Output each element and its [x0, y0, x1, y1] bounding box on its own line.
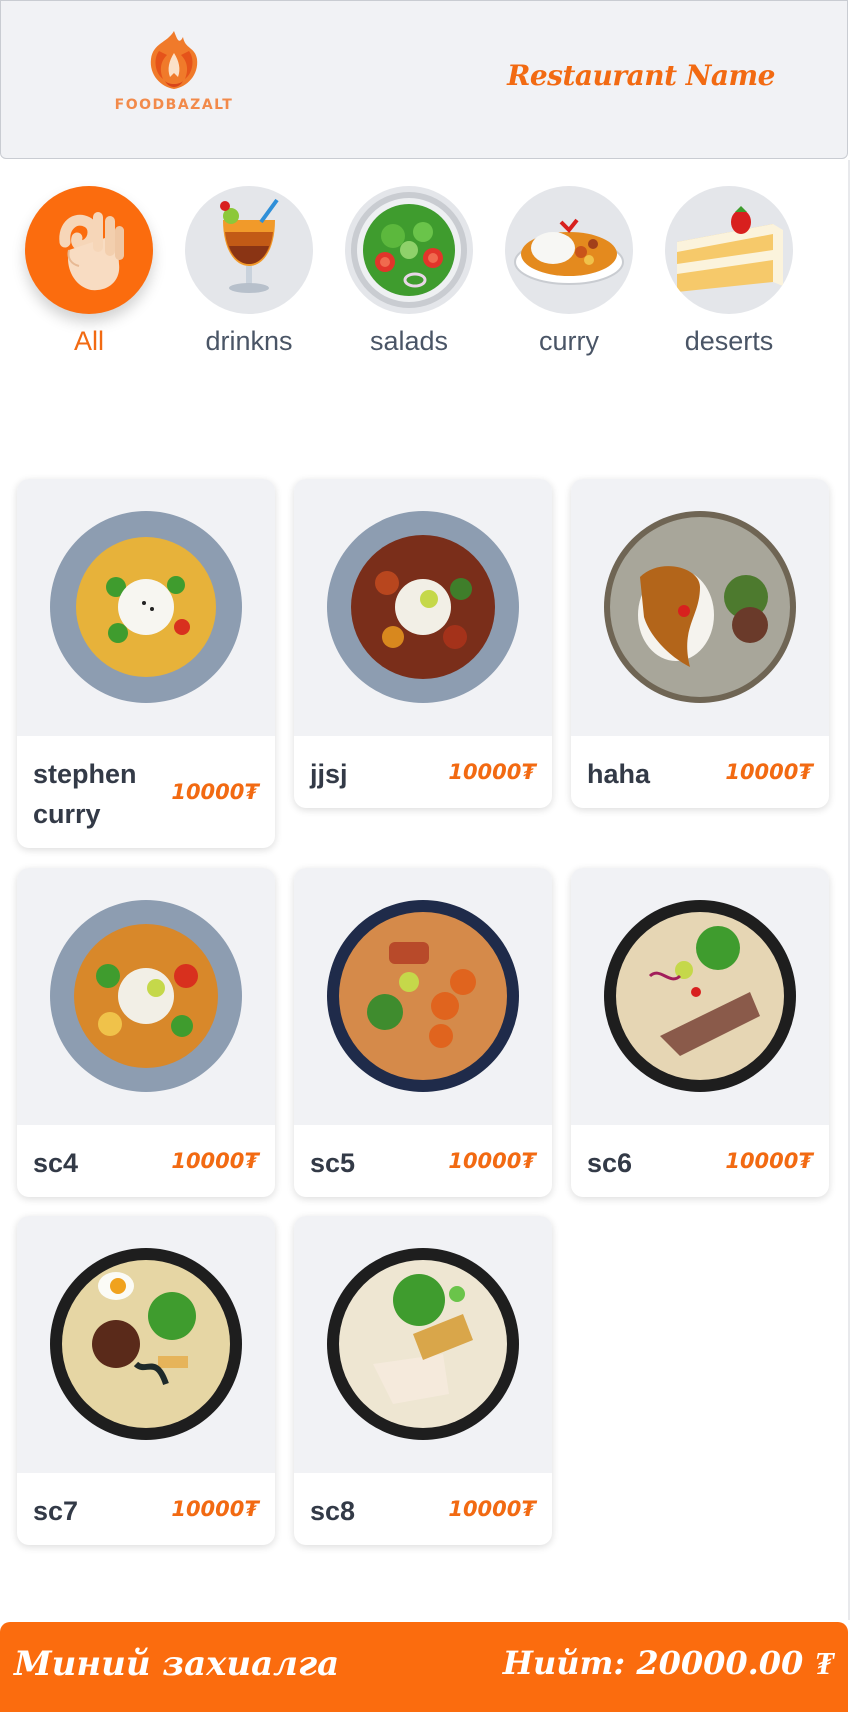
card-footer: sc8 10000₮ — [294, 1473, 552, 1545]
stir-fry-rice-bowl-image — [327, 511, 519, 703]
menu-item-card[interactable]: stephen curry 10000₮ — [17, 479, 275, 848]
card-footer: sc5 10000₮ — [294, 1125, 552, 1197]
menu-item-card[interactable]: jjsj 10000₮ — [294, 479, 552, 808]
salad-bowl-icon — [351, 192, 467, 308]
logo-text: FOODBAZALT — [114, 97, 234, 113]
dish-name: sc8 — [310, 1496, 356, 1526]
dish-image — [571, 868, 829, 1125]
category-curry[interactable]: curry — [504, 186, 634, 357]
card-footer: stephen curry 10000₮ — [17, 736, 275, 848]
dish-name: sc4 — [33, 1148, 79, 1178]
category-salads[interactable]: salads — [344, 186, 474, 357]
dish-price: 10000₮ — [725, 1149, 813, 1173]
app-header: FOODBAZALT Restaurant Name — [0, 0, 848, 159]
card-footer: jjsj 10000₮ — [294, 736, 552, 808]
cake-slice-icon — [677, 206, 783, 292]
curry-rice-icon — [514, 218, 624, 285]
dish-name: sc5 — [310, 1148, 356, 1178]
card-footer: sc4 10000₮ — [17, 1125, 275, 1197]
category-circle — [345, 186, 473, 314]
category-bar: All drinkns salads curry deserts — [0, 186, 850, 366]
card-footer: haha 10000₮ — [571, 736, 829, 808]
dish-price: 10000₮ — [448, 1497, 536, 1521]
yellow-curry-bowl-image — [50, 511, 242, 703]
dish-name: jjsj — [310, 759, 348, 789]
egg-ramen-bowl-image — [50, 1248, 242, 1440]
dish-name: stephen curry — [33, 759, 137, 829]
dish-image — [17, 868, 275, 1125]
shrimp-ramen-bowl-image — [327, 900, 519, 1092]
dish-price: 10000₮ — [171, 780, 259, 804]
ok-hand-icon — [59, 212, 124, 291]
dish-image — [294, 868, 552, 1125]
category-circle — [185, 186, 313, 314]
menu-item-card[interactable]: sc8 10000₮ — [294, 1216, 552, 1545]
restaurant-name: Restaurant Name — [507, 59, 775, 92]
dish-image — [294, 479, 552, 736]
category-circle — [505, 186, 633, 314]
category-label: drinkns — [205, 326, 293, 356]
flame-logo-icon — [150, 31, 198, 89]
menu-item-card[interactable]: sc4 10000₮ — [17, 868, 275, 1197]
dish-image — [571, 479, 829, 736]
tofu-stir-fry-bowl-image — [50, 900, 242, 1092]
my-order-bar[interactable]: Миний захиалга Нийт: 20000.00 ₮ — [0, 1622, 848, 1712]
category-label: deserts — [684, 326, 774, 356]
menu-item-card[interactable]: sc6 10000₮ — [571, 868, 829, 1197]
katsu-curry-plate-image — [604, 511, 796, 703]
category-deserts[interactable]: deserts — [664, 186, 794, 357]
dish-price: 10000₮ — [171, 1497, 259, 1521]
category-drinks[interactable]: drinkns — [184, 186, 314, 357]
category-label: All — [73, 326, 104, 356]
category-label: salads — [369, 326, 449, 356]
dish-image — [17, 1216, 275, 1473]
dish-name: sc7 — [33, 1496, 79, 1526]
menu-item-card[interactable]: haha 10000₮ — [571, 479, 829, 808]
dish-price: 10000₮ — [448, 760, 536, 784]
card-footer: sc7 10000₮ — [17, 1473, 275, 1545]
brand-logo[interactable]: FOODBAZALT — [109, 29, 239, 115]
tropical-drink-icon — [220, 198, 279, 293]
dish-image — [17, 479, 275, 736]
dish-price: 10000₮ — [171, 1149, 259, 1173]
beef-noodle-bowl-image — [604, 900, 796, 1092]
dish-name: sc6 — [587, 1148, 633, 1178]
order-total: Нийт: 20000.00 ₮ — [502, 1644, 834, 1682]
menu-item-card[interactable]: sc5 10000₮ — [294, 868, 552, 1197]
dish-price: 10000₮ — [448, 1149, 536, 1173]
dish-price: 10000₮ — [725, 760, 813, 784]
category-all[interactable]: All — [24, 186, 154, 357]
dish-image — [294, 1216, 552, 1473]
category-circle — [665, 186, 793, 314]
chicken-noodle-bowl-image — [327, 1248, 519, 1440]
my-order-label: Миний захиалга — [14, 1644, 340, 1684]
dish-name: haha — [587, 759, 651, 789]
card-footer: sc6 10000₮ — [571, 1125, 829, 1197]
menu-item-card[interactable]: sc7 10000₮ — [17, 1216, 275, 1545]
category-label: curry — [539, 326, 599, 356]
category-circle — [25, 186, 153, 314]
